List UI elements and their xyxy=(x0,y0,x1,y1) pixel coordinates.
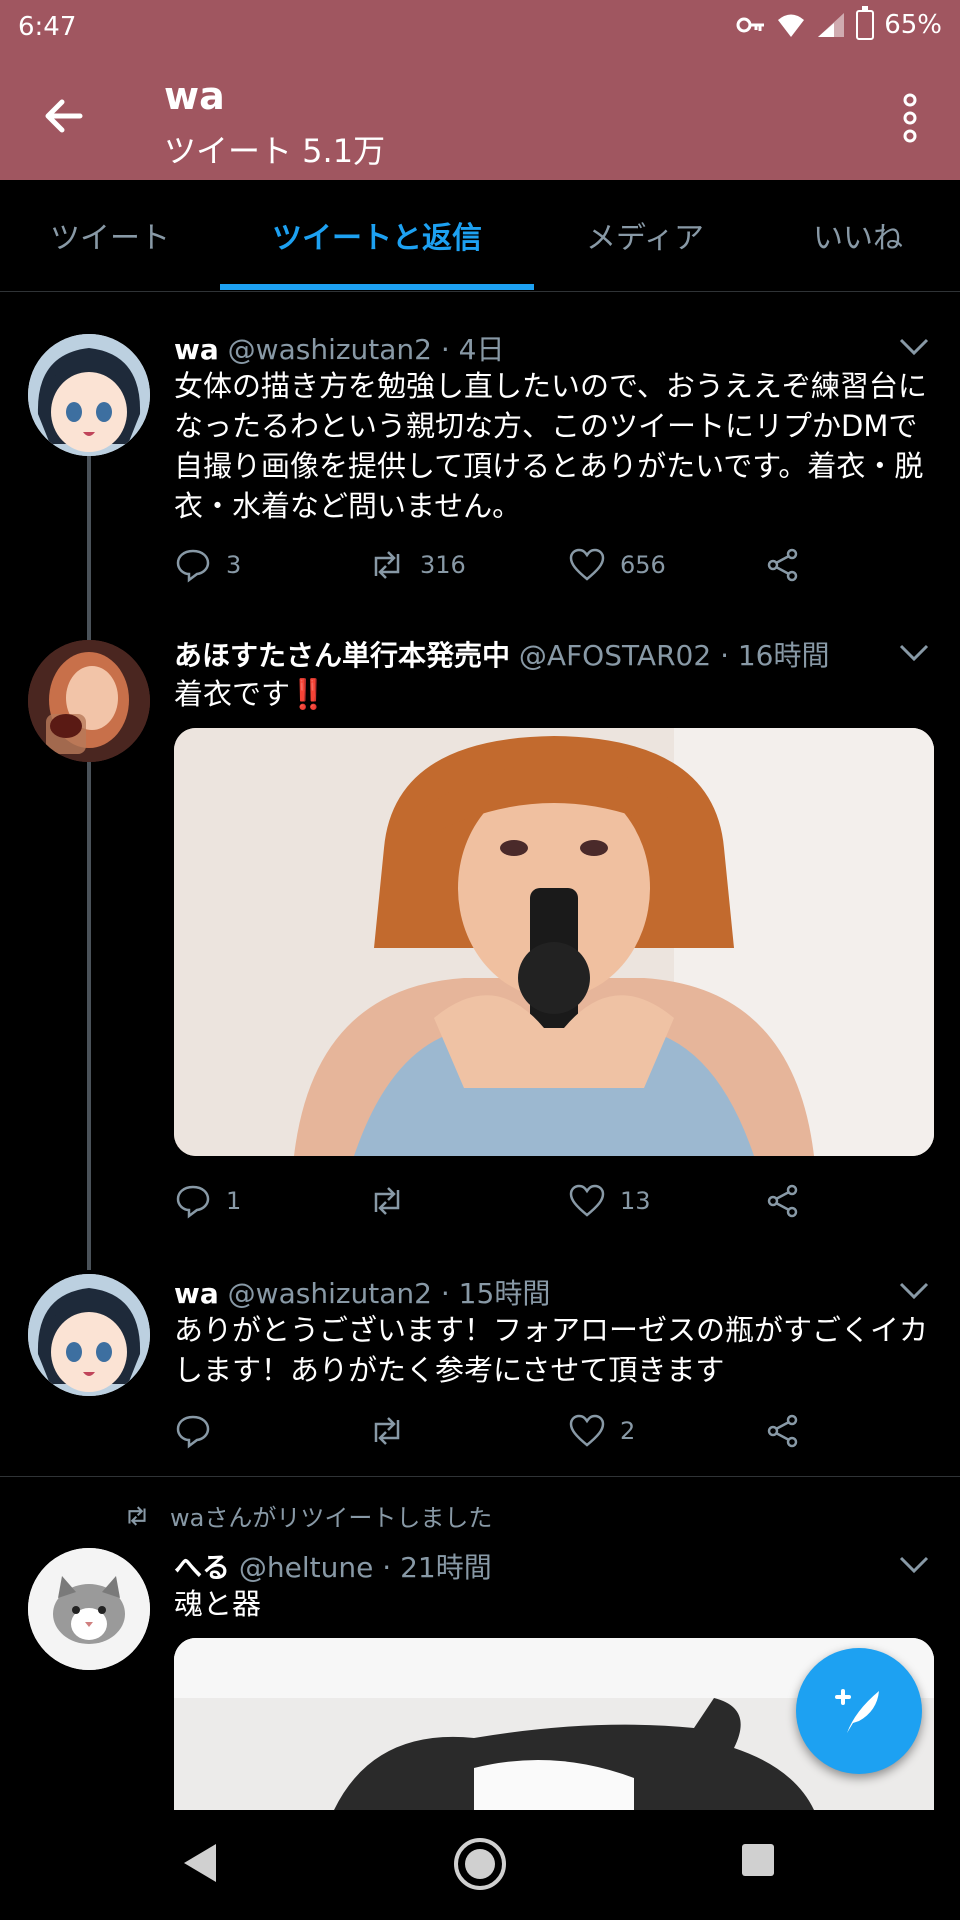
like-button[interactable]: 13 xyxy=(568,1182,651,1220)
reply-icon xyxy=(176,1185,210,1219)
retweet-button[interactable] xyxy=(368,1412,406,1450)
share-icon xyxy=(767,1414,798,1448)
retweet-icon xyxy=(374,1417,400,1445)
avatar[interactable] xyxy=(28,640,150,762)
chevron-down-icon[interactable] xyxy=(898,642,930,664)
cell-signal-icon xyxy=(818,13,845,37)
anime-avatar-image xyxy=(28,1274,150,1396)
tweet-header: wa @washizutan2 · 15時間 xyxy=(174,1272,550,1312)
tweet-header: あほすたさん単行本発売中 @AFOSTAR02 · 16時間 xyxy=(174,634,830,674)
tweet-header: へる @heltune · 21時間 xyxy=(174,1546,492,1586)
share-icon xyxy=(767,548,798,582)
share-button[interactable] xyxy=(764,546,802,584)
wifi-icon xyxy=(778,14,805,37)
battery-icon xyxy=(856,6,875,40)
reply-icon xyxy=(176,549,210,583)
author-name[interactable]: へる xyxy=(174,1551,230,1584)
retweet-icon xyxy=(374,1187,400,1215)
retweet-button[interactable]: 316 xyxy=(368,546,466,584)
compose-tweet-button[interactable] xyxy=(796,1648,922,1774)
author-name[interactable]: wa xyxy=(174,1277,219,1310)
thread-line xyxy=(87,456,91,1270)
avatar[interactable] xyxy=(28,334,150,456)
reply-button[interactable] xyxy=(174,1412,212,1450)
profile-title: wa xyxy=(164,74,225,118)
tweet-actions: 3 316 656 xyxy=(174,546,834,586)
like-button[interactable]: 2 xyxy=(568,1412,635,1450)
like-count: 656 xyxy=(620,551,666,579)
status-icons: 65% xyxy=(736,6,942,40)
author-handle: @washizutan2 · 15時間 xyxy=(227,1277,551,1310)
author-handle: @heltune · 21時間 xyxy=(238,1551,492,1584)
retweet-count: 316 xyxy=(420,551,466,579)
share-button[interactable] xyxy=(764,1412,802,1450)
tab-likes[interactable]: いいね xyxy=(756,180,960,290)
tweet-text: 着衣です‼️ xyxy=(174,674,944,714)
like-icon xyxy=(569,1414,605,1447)
author-handle: @AFOSTAR02 · 16時間 xyxy=(518,639,830,672)
retweet-icon xyxy=(374,551,400,579)
double-exclamation-emoji: ‼️ xyxy=(290,677,327,711)
tweet-text-body: 着衣です xyxy=(174,677,291,711)
like-button[interactable]: 656 xyxy=(568,546,666,584)
tweet-header: wa @washizutan2 · 4日 xyxy=(174,328,505,368)
reply-count: 1 xyxy=(226,1187,242,1215)
author-handle: @washizutan2 · 4日 xyxy=(227,333,505,366)
reply-button[interactable]: 3 xyxy=(174,546,241,584)
photo-image xyxy=(174,728,934,1156)
retweet-banner: waさんがリツイートしました xyxy=(122,1498,492,1533)
nav-home-icon[interactable] xyxy=(452,1836,508,1892)
profile-photo-image xyxy=(28,640,150,762)
retweet-icon xyxy=(128,1505,146,1526)
chevron-down-icon[interactable] xyxy=(898,1280,930,1302)
tweet-text: ありがとうございます！フォアローゼスの瓶がすごくイカします！ありがたく参考にさせ… xyxy=(174,1313,929,1387)
like-icon xyxy=(569,1184,605,1217)
tweet-count: ツイート 5.1万 xyxy=(164,132,386,170)
chevron-down-icon[interactable] xyxy=(898,1554,930,1576)
tweet-actions: 1 13 xyxy=(174,1182,834,1222)
author-name[interactable]: wa xyxy=(174,333,219,366)
tab-tweets[interactable]: ツイート xyxy=(0,180,220,290)
app-bar: wa ツイート 5.1万 xyxy=(0,56,960,180)
tweet-media-image[interactable] xyxy=(174,728,934,1156)
nav-recents-icon[interactable] xyxy=(740,1842,776,1878)
tweet-text: 魂と器 xyxy=(174,1587,262,1621)
status-time: 6:47 xyxy=(18,12,77,42)
tweet-text: 女体の描き方を勉強し直したいので、おうええぞ練習台になったるわという親切な方、こ… xyxy=(174,369,927,523)
status-bar: 6:47 65% xyxy=(0,0,960,56)
like-icon xyxy=(569,548,605,581)
system-nav-bar xyxy=(0,1810,960,1920)
like-count: 13 xyxy=(620,1187,651,1215)
avatar[interactable] xyxy=(28,1548,150,1670)
avatar[interactable] xyxy=(28,1274,150,1396)
tweet-actions: 2 xyxy=(174,1412,834,1452)
author-name[interactable]: あほすたさん単行本発売中 xyxy=(174,639,510,672)
back-arrow-icon[interactable] xyxy=(40,92,88,140)
reply-button[interactable]: 1 xyxy=(174,1182,241,1220)
reply-icon xyxy=(176,1415,210,1449)
compose-icon xyxy=(835,1689,879,1733)
reply-count: 3 xyxy=(226,551,242,579)
vpn-key-icon xyxy=(736,17,765,33)
nav-back-icon[interactable] xyxy=(180,1840,220,1886)
retweet-button[interactable] xyxy=(368,1182,406,1220)
battery-percent: 65% xyxy=(884,10,942,40)
profile-tabs: ツイート ツイートと返信 メディア いいね xyxy=(0,180,960,292)
tab-media[interactable]: メディア xyxy=(534,180,756,290)
anime-avatar-image xyxy=(28,334,150,456)
cat-avatar-image xyxy=(28,1548,150,1670)
divider xyxy=(0,1476,960,1477)
more-vert-icon[interactable] xyxy=(900,92,920,144)
share-button[interactable] xyxy=(764,1182,802,1220)
tab-tweets-replies[interactable]: ツイートと返信 xyxy=(220,180,534,290)
retweeted-by-label[interactable]: waさんがリツイートしました xyxy=(170,1498,492,1533)
chevron-down-icon[interactable] xyxy=(898,336,930,358)
share-icon xyxy=(767,1184,798,1218)
like-count: 2 xyxy=(620,1417,636,1445)
